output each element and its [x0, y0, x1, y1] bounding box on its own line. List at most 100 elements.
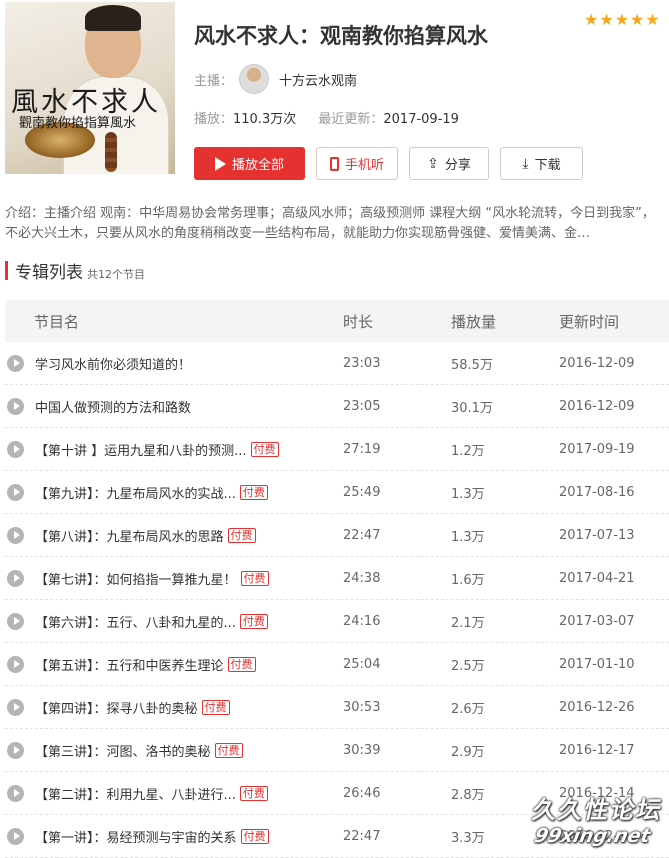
prayer-beads-image: [105, 132, 117, 172]
episode-duration: 24:16: [343, 613, 381, 629]
play-circle-icon[interactable]: [7, 569, 24, 587]
play-circle-icon[interactable]: [7, 526, 24, 544]
share-label: 分享: [444, 158, 471, 173]
play-circle-icon[interactable]: [7, 827, 24, 845]
album-intro: 介绍：主播介绍 观南：中华周易协会常务理事；高级风水师；高级预测师 课程大纲 “…: [5, 206, 655, 241]
table-row[interactable]: 【第八讲】：九星布局风水的思路 付费 22:47 1.3万 2017-07-13: [5, 514, 669, 557]
album-stats: 播放：110.3万次 最近更新：2017-09-19: [194, 108, 477, 127]
episode-title[interactable]: 【第八讲】：九星布局风水的思路: [35, 526, 224, 545]
episode-count: 共12个节目: [87, 268, 145, 281]
play-circle-icon[interactable]: [7, 612, 24, 630]
episode-name-cell: 中国人做预测的方法和路数: [5, 397, 343, 416]
watermark-line2: 99xing.net: [532, 825, 653, 847]
episode-plays: 1.3万: [451, 486, 485, 502]
play-circle-icon[interactable]: [7, 741, 24, 759]
episode-title[interactable]: 【第一讲】：易经预测与宇宙的关系: [35, 827, 237, 846]
plays-label: 播放：: [194, 112, 234, 127]
play-icon: [214, 156, 226, 171]
episode-title[interactable]: 【第十讲 】运用九星和八卦的预测...: [35, 440, 247, 459]
play-circle-icon[interactable]: [7, 483, 24, 501]
episode-title[interactable]: 【第四讲】：探寻八卦的奥秘: [35, 698, 198, 717]
album-cover: 風水不求人 觀南教你掐指算風水: [5, 2, 175, 174]
list-section-title: 专辑列表 共12个节目: [5, 258, 145, 283]
episode-duration: 24:38: [343, 570, 381, 586]
updated-value: 2017-09-19: [383, 112, 459, 127]
episode-name-cell: 【第四讲】：探寻八卦的奥秘 付费: [5, 698, 343, 717]
episode-plays: 1.2万: [451, 443, 485, 459]
episode-name-cell: 【第五讲】：五行和中医养生理论 付费: [5, 655, 343, 674]
episode-date: 2016-12-17: [559, 742, 635, 758]
episode-name-cell: 【第三讲】：河图、洛书的奥秘 付费: [5, 741, 343, 760]
host-name-link[interactable]: 十方云水观南: [279, 70, 357, 89]
episode-plays: 1.6万: [451, 572, 485, 588]
col-header-name: 节目名: [34, 312, 80, 331]
paid-badge: 付费: [239, 484, 268, 500]
col-header-plays: 播放量: [451, 312, 497, 331]
table-row[interactable]: 【第六讲】：五行、八卦和九星的... 付费 24:16 2.1万 2017-03-07: [5, 600, 669, 643]
episode-duration: 25:49: [343, 484, 381, 500]
paid-badge: 付费: [240, 570, 269, 586]
table-row[interactable]: 【第三讲】：河图、洛书的奥秘 付费 30:39 2.9万 2016-12-17: [5, 729, 669, 772]
play-circle-icon[interactable]: [7, 655, 24, 673]
table-row[interactable]: 中国人做预测的方法和路数 23:05 30.1万 2016-12-09: [5, 385, 669, 428]
table-row[interactable]: 【第四讲】：探寻八卦的奥秘 付费 30:53 2.6万 2016-12-26: [5, 686, 669, 729]
host-label: 主播：: [194, 73, 234, 89]
col-header-duration: 时长: [343, 312, 374, 331]
watermark: 久久性论坛 99xing.net: [525, 790, 667, 847]
episode-title[interactable]: 【第七讲】：如何掐指一算推九星！: [35, 569, 237, 588]
episode-title[interactable]: 【第九讲】：九星布局风水的实战...: [35, 483, 236, 502]
download-icon: ⤓: [522, 155, 529, 172]
table-row[interactable]: 【第七讲】：如何掐指一算推九星！ 付费 24:38 1.6万 2017-04-21: [5, 557, 669, 600]
episode-name-cell: 【第十讲 】运用九星和八卦的预测... 付费: [5, 440, 343, 459]
table-row[interactable]: 学习风水前你必须知道的！ 23:03 58.5万 2016-12-09: [5, 342, 669, 385]
episode-date: 2017-07-13: [559, 527, 635, 543]
table-row[interactable]: 【第五讲】：五行和中医养生理论 付费 25:04 2.5万 2017-01-10: [5, 643, 669, 686]
watermark-line1: 久久性论坛: [529, 796, 666, 824]
play-circle-icon[interactable]: [7, 698, 24, 716]
table-row[interactable]: 【第九讲】：九星布局风水的实战... 付费 25:49 1.3万 2017-08-16: [5, 471, 669, 514]
episode-date: 2016-12-09: [559, 398, 635, 414]
episode-plays: 58.5万: [451, 357, 493, 373]
mobile-listen-button[interactable]: 手机听: [316, 147, 398, 180]
download-button[interactable]: ⤓ 下载: [500, 147, 583, 180]
star-icon: ★: [599, 10, 614, 29]
play-circle-icon[interactable]: [7, 397, 24, 415]
table-row[interactable]: 【第十讲 】运用九星和八卦的预测... 付费 27:19 1.2万 2017-09-19: [5, 428, 669, 471]
episode-plays: 1.3万: [451, 529, 485, 545]
play-circle-icon[interactable]: [7, 784, 24, 802]
episode-duration: 25:04: [343, 656, 381, 672]
play-circle-icon[interactable]: [7, 354, 24, 372]
phone-icon: [329, 156, 339, 171]
episode-date: 2017-01-10: [559, 656, 635, 672]
episode-name-cell: 【第八讲】：九星布局风水的思路 付费: [5, 526, 343, 545]
episode-title[interactable]: 【第五讲】：五行和中医养生理论: [35, 655, 224, 674]
list-title: 专辑列表: [15, 263, 83, 283]
episode-name-cell: 【第二讲】：利用九星、八卦进行... 付费: [5, 784, 343, 803]
episode-title[interactable]: 学习风水前你必须知道的！: [35, 354, 191, 373]
star-icon: ★: [584, 10, 599, 29]
share-button[interactable]: ⇪ 分享: [409, 147, 489, 180]
episode-plays: 2.1万: [451, 615, 485, 631]
episode-name-cell: 学习风水前你必须知道的！: [5, 354, 343, 373]
paid-badge: 付费: [240, 828, 269, 844]
paid-badge: 付费: [239, 613, 268, 629]
play-circle-icon[interactable]: [7, 440, 24, 458]
episode-date: 2017-04-21: [559, 570, 635, 586]
paid-badge: 付费: [227, 527, 256, 543]
episode-duration: 30:53: [343, 699, 381, 715]
episode-title[interactable]: 【第三讲】：河图、洛书的奥秘: [35, 741, 211, 760]
col-header-updated: 更新时间: [559, 312, 620, 331]
host-avatar[interactable]: [239, 64, 270, 94]
episode-title[interactable]: 【第六讲】：五行、八卦和九星的...: [35, 612, 236, 631]
paid-badge: 付费: [227, 656, 256, 672]
episode-title[interactable]: 中国人做预测的方法和路数: [35, 397, 191, 416]
episode-plays: 2.9万: [451, 744, 485, 760]
episode-name-cell: 【第一讲】：易经预测与宇宙的关系 付费: [5, 827, 343, 846]
paid-badge: 付费: [214, 742, 243, 758]
episode-plays: 30.1万: [451, 400, 493, 416]
episode-duration: 22:47: [343, 527, 381, 543]
episode-date: 2017-09-19: [559, 441, 635, 457]
play-all-button[interactable]: 播放全部: [194, 147, 305, 180]
episode-title[interactable]: 【第二讲】：利用九星、八卦进行...: [35, 784, 236, 803]
episode-name-cell: 【第九讲】：九星布局风水的实战... 付费: [5, 483, 343, 502]
